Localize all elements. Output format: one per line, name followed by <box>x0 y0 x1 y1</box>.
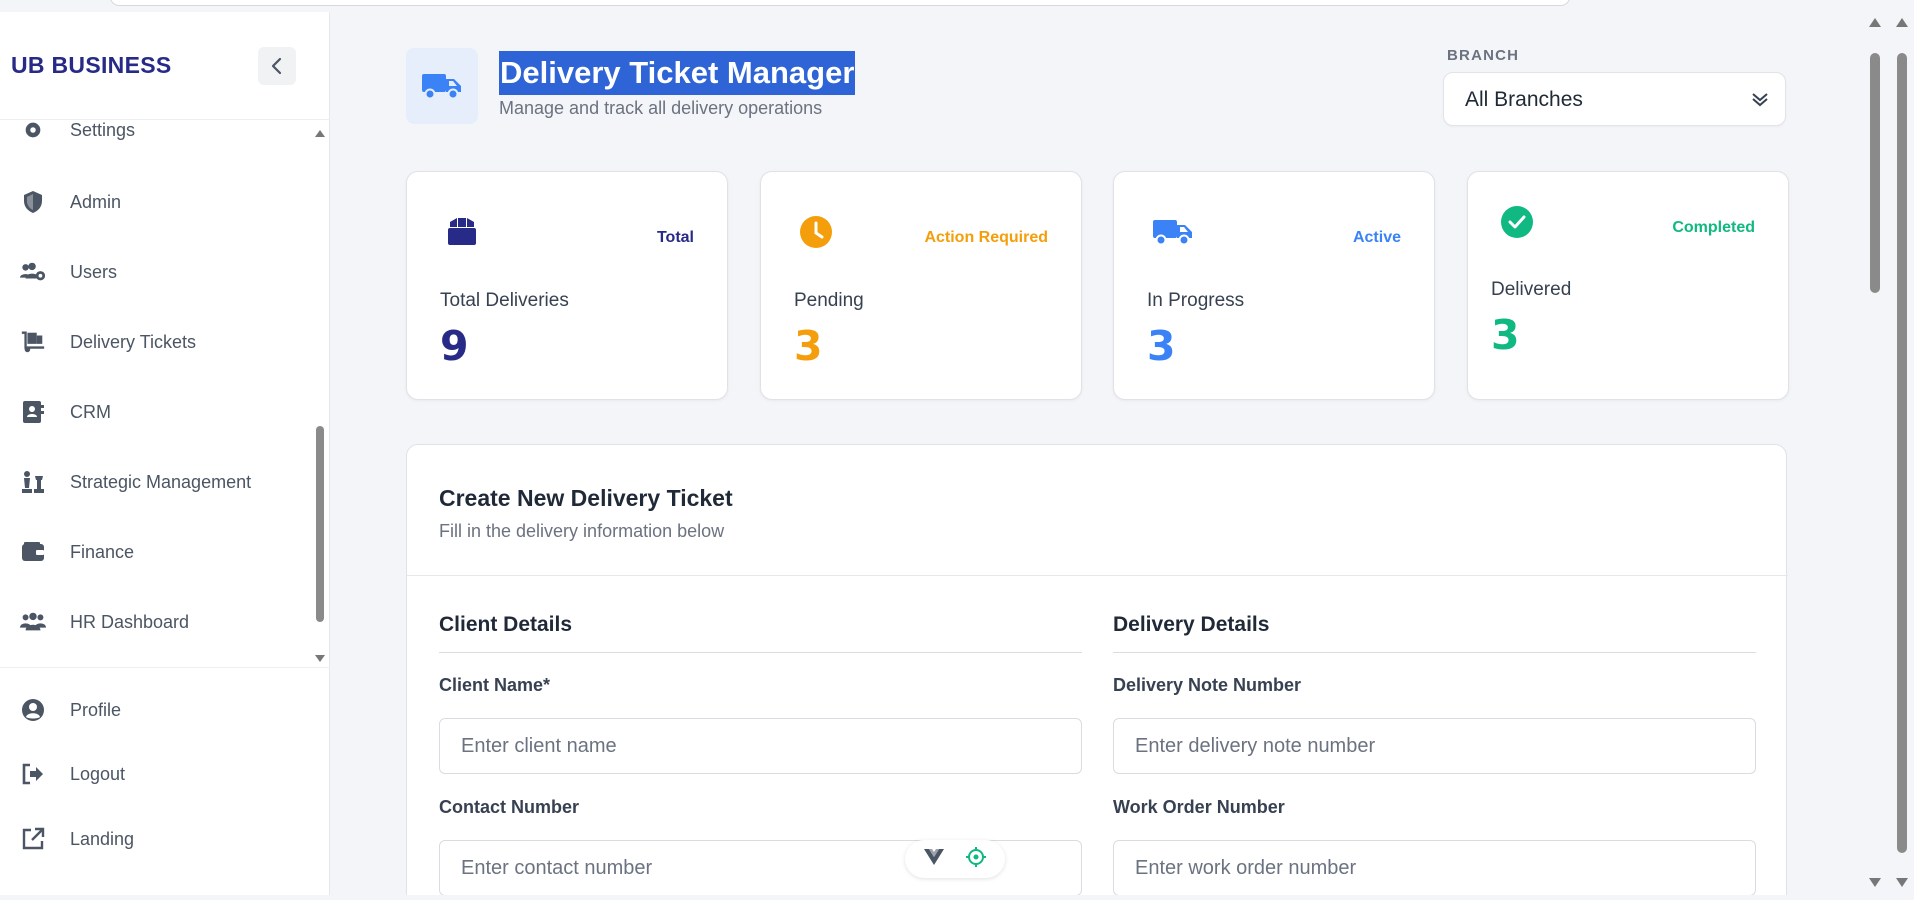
sidebar-item-label: Settings <box>70 120 136 140</box>
floating-toolbar[interactable] <box>905 840 1005 878</box>
outer-scroll-thumb[interactable] <box>1897 53 1907 853</box>
sidebar-item-label: HR Dashboard <box>70 611 190 632</box>
sidebar-item-profile[interactable]: Profile <box>0 686 310 734</box>
sidebar-item-crm[interactable]: CRM <box>0 388 310 436</box>
truck-icon <box>1152 215 1194 249</box>
dolly-icon <box>20 329 46 355</box>
page-title: Delivery Ticket Manager <box>499 51 856 95</box>
nav-divider <box>0 667 330 668</box>
sidebar-item-label: Delivery Tickets <box>70 331 197 352</box>
inspect-target-icon[interactable] <box>965 846 987 873</box>
sidebar-item-label: Landing <box>70 828 135 849</box>
sidebar-item-logout[interactable]: Logout <box>0 750 310 798</box>
stat-value: 3 <box>794 322 823 370</box>
sidebar-item-label: Profile <box>70 699 122 720</box>
contact-number-label: Contact Number <box>439 797 580 817</box>
sign-out-icon <box>20 761 46 787</box>
branch-select[interactable]: All Branches <box>1443 72 1786 126</box>
delivery-note-label: Delivery Note Number <box>1113 675 1302 695</box>
address-book-icon <box>20 399 46 425</box>
stat-card-delivered: Completed Delivered 3 <box>1467 171 1789 400</box>
sidebar-item-admin[interactable]: Admin <box>0 178 310 226</box>
scroll-down-arrow-icon[interactable] <box>315 655 325 662</box>
scroll-up-arrow-icon[interactable] <box>1869 18 1881 27</box>
sidebar-item-delivery-tickets[interactable]: Delivery Tickets <box>0 318 310 366</box>
create-ticket-form: Create New Delivery Ticket Fill in the d… <box>406 444 1788 900</box>
header-icon <box>406 48 478 124</box>
people-group-icon <box>20 609 46 635</box>
sidebar-item-label: Strategic Management <box>70 471 252 492</box>
client-details-heading: Client Details <box>439 613 573 636</box>
sidebar-item-label: CRM <box>70 401 111 422</box>
clock-icon <box>799 215 833 249</box>
sidebar-nav[interactable]: Settings Admin Users Delivery Tickets CR… <box>0 120 330 665</box>
stat-card-pending: Action Required Pending 3 <box>760 171 1082 400</box>
client-name-label: Client Name* <box>439 675 551 695</box>
stat-card-total: Total Total Deliveries 9 <box>406 171 728 400</box>
stat-label: Total Deliveries <box>440 290 569 311</box>
sidebar-item-label: Admin <box>70 191 122 212</box>
window-scrollbar[interactable] <box>1864 12 1914 895</box>
client-name-input[interactable] <box>439 718 1082 774</box>
stat-label: In Progress <box>1147 290 1245 311</box>
shield-icon <box>20 189 46 215</box>
browser-top-strip <box>0 0 1914 12</box>
delivery-note-input[interactable] <box>1113 718 1756 774</box>
box-icon <box>445 215 479 249</box>
stat-value: 3 <box>1491 311 1520 359</box>
work-order-input[interactable] <box>1113 840 1756 896</box>
delivery-details-heading: Delivery Details <box>1113 613 1270 636</box>
scroll-up-arrow-icon[interactable] <box>1896 18 1908 27</box>
form-divider <box>407 575 1788 576</box>
vue-logo-icon[interactable] <box>923 848 945 871</box>
brand-logo[interactable]: UB BUSINESS <box>11 52 172 79</box>
wallet-icon <box>20 539 46 565</box>
chess-icon <box>20 469 46 495</box>
stat-label: Delivered <box>1491 279 1572 300</box>
collapse-sidebar-button[interactable] <box>258 47 296 85</box>
sidebar-scroll-thumb[interactable] <box>316 426 324 622</box>
sidebar-scrollbar[interactable] <box>315 128 327 668</box>
sidebar-item-label: Logout <box>70 763 126 784</box>
bottom-edge <box>0 895 1914 900</box>
page-subtitle: Manage and track all delivery operations <box>499 98 823 118</box>
sidebar-item-label: Users <box>70 261 118 282</box>
stat-card-in-progress: Active In Progress 3 <box>1113 171 1435 400</box>
sidebar-item-strategic-management[interactable]: Strategic Management <box>0 458 310 506</box>
stat-tag: Active <box>1352 229 1401 246</box>
stat-tag: Action Required <box>924 229 1048 246</box>
sidebar-item-hr-dashboard[interactable]: HR Dashboard <box>0 598 310 646</box>
check-circle-icon <box>1500 205 1534 239</box>
delivery-details-rule <box>1113 652 1756 653</box>
stat-tag: Completed <box>1672 219 1755 236</box>
user-circle-icon <box>20 697 46 723</box>
scroll-up-arrow-icon[interactable] <box>315 130 325 137</box>
branch-select-value: All Branches <box>1465 88 1583 111</box>
stat-value: 3 <box>1147 322 1176 370</box>
address-bar[interactable] <box>110 0 1570 6</box>
sidebar-item-settings[interactable]: Settings <box>0 120 310 154</box>
sidebar-item-label: Finance <box>70 541 135 562</box>
sidebar-item-landing[interactable]: Landing <box>0 815 310 863</box>
chevron-double-down-icon <box>1751 91 1769 112</box>
scroll-down-arrow-icon[interactable] <box>1896 878 1908 887</box>
branch-label: BRANCH <box>1447 47 1520 64</box>
sidebar-item-users[interactable]: Users <box>0 248 310 296</box>
stat-value: 9 <box>440 322 469 370</box>
sidebar: UB BUSINESS Settings Admin Users Deliver… <box>0 12 330 895</box>
scroll-down-arrow-icon[interactable] <box>1869 878 1881 887</box>
chevron-left-icon <box>271 57 282 75</box>
stat-label: Pending <box>794 290 864 311</box>
page-scroll-thumb[interactable] <box>1870 53 1880 293</box>
form-title: Create New Delivery Ticket <box>439 485 733 511</box>
truck-icon <box>422 74 461 100</box>
client-details-rule <box>439 652 1082 653</box>
work-order-label: Work Order Number <box>1113 797 1285 817</box>
users-cog-icon <box>20 259 46 285</box>
form-subtitle: Fill in the delivery information below <box>439 521 725 541</box>
gear-icon <box>20 120 46 143</box>
sidebar-item-finance[interactable]: Finance <box>0 528 310 576</box>
external-link-icon <box>20 826 46 852</box>
stat-tag: Total <box>656 229 694 246</box>
